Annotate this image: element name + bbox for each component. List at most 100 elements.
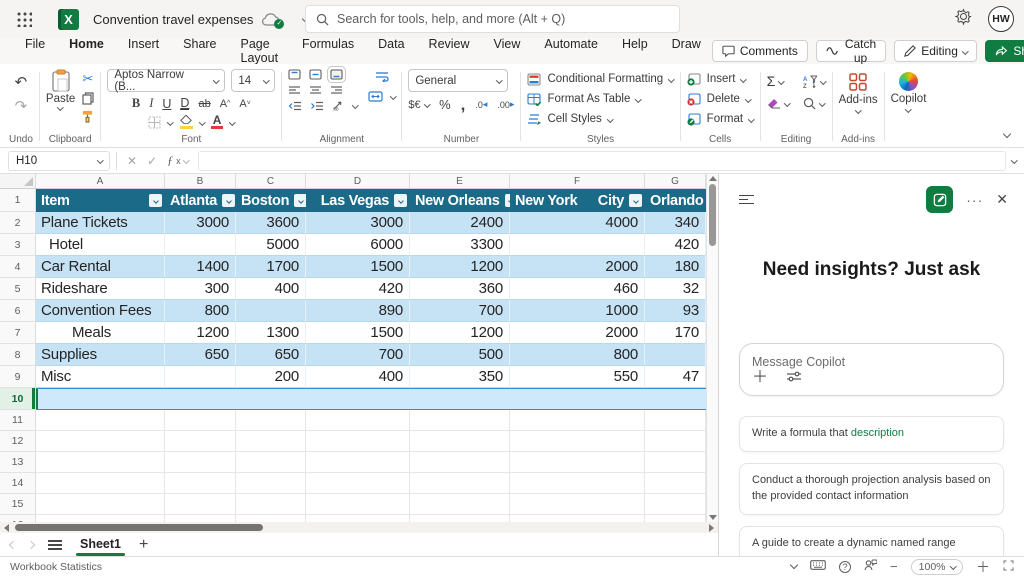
merge-dropdown-icon[interactable]: [390, 93, 396, 99]
empty-cell[interactable]: [165, 452, 236, 473]
value-cell[interactable]: 3000: [165, 212, 236, 234]
value-cell[interactable]: 650: [236, 344, 306, 366]
catch-up-button[interactable]: Catch up: [816, 40, 886, 62]
row-header-7[interactable]: 7: [0, 322, 36, 344]
prev-sheet-icon[interactable]: [9, 540, 17, 548]
empty-cell[interactable]: [165, 431, 236, 452]
empty-cell[interactable]: [645, 410, 706, 431]
row-header-4[interactable]: 4: [0, 256, 36, 278]
settings-gear-icon[interactable]: [955, 8, 972, 30]
format-as-table-button[interactable]: Format As Table: [527, 89, 640, 109]
value-cell[interactable]: 400: [236, 278, 306, 300]
item-cell[interactable]: Convention Fees: [36, 300, 165, 322]
scroll-left-icon[interactable]: [4, 524, 9, 532]
decrease-decimal-button[interactable]: .00▸: [497, 99, 514, 110]
table-header-cell[interactable]: Item: [36, 189, 165, 212]
horizontal-scrollbar[interactable]: [0, 522, 718, 533]
double-underline-button[interactable]: D: [180, 98, 189, 110]
row-header-15[interactable]: 15: [0, 494, 36, 515]
delete-cells-button[interactable]: Delete: [687, 89, 751, 109]
row-header-16[interactable]: 16: [0, 515, 36, 522]
ribbon-collapse-icon[interactable]: [1003, 130, 1011, 138]
table-header-cell[interactable]: New YorkCity: [510, 189, 645, 212]
empty-cell[interactable]: [410, 473, 510, 494]
empty-cell[interactable]: [36, 494, 165, 515]
value-cell[interactable]: 6000: [306, 234, 410, 256]
horizontal-scroll-thumb[interactable]: [15, 524, 263, 531]
empty-cell[interactable]: [36, 452, 165, 473]
comments-button[interactable]: Comments: [712, 40, 808, 62]
sheet-tab[interactable]: Sheet1: [76, 534, 125, 556]
conditional-formatting-button[interactable]: Conditional Formatting: [527, 69, 673, 89]
filter-dropdown-icon[interactable]: [222, 194, 235, 207]
value-cell[interactable]: [165, 366, 236, 388]
cancel-entry-icon[interactable]: ✕: [127, 154, 137, 168]
value-cell[interactable]: 350: [410, 366, 510, 388]
empty-cell[interactable]: [510, 388, 645, 410]
column-header-g[interactable]: G: [645, 174, 706, 189]
item-cell[interactable]: Meals: [36, 322, 165, 344]
value-cell[interactable]: 1000: [510, 300, 645, 322]
empty-cell[interactable]: [645, 431, 706, 452]
empty-cell[interactable]: [36, 515, 165, 522]
empty-cell[interactable]: [36, 388, 165, 410]
formula-input[interactable]: [198, 151, 1005, 171]
account-avatar[interactable]: HW: [988, 6, 1014, 32]
chat-history-icon[interactable]: [739, 195, 754, 204]
empty-cell[interactable]: [236, 388, 306, 410]
empty-cell[interactable]: [236, 494, 306, 515]
share-button[interactable]: Share: [985, 40, 1024, 62]
filter-dropdown-icon[interactable]: [294, 194, 306, 207]
item-cell[interactable]: Supplies: [36, 344, 165, 366]
empty-cell[interactable]: [165, 388, 236, 410]
value-cell[interactable]: 3300: [410, 234, 510, 256]
insert-function-button[interactable]: ƒx: [167, 153, 188, 168]
value-cell[interactable]: 420: [645, 234, 706, 256]
underline-button[interactable]: U: [162, 97, 171, 111]
row-header-2[interactable]: 2: [0, 212, 36, 234]
new-chat-button[interactable]: [926, 186, 953, 213]
value-cell[interactable]: 2000: [510, 256, 645, 278]
format-cells-button[interactable]: Format: [687, 109, 754, 129]
empty-cell[interactable]: [410, 494, 510, 515]
value-cell[interactable]: 1200: [410, 322, 510, 344]
select-all-corner[interactable]: [0, 174, 36, 189]
decrease-indent-button[interactable]: [288, 101, 302, 111]
value-cell[interactable]: 170: [645, 322, 706, 344]
comma-format-button[interactable]: ,: [461, 101, 466, 109]
decrease-font-button[interactable]: A˅: [239, 98, 250, 110]
editing-mode-button[interactable]: Editing: [894, 40, 977, 62]
item-cell[interactable]: Car Rental: [36, 256, 165, 278]
empty-cell[interactable]: [306, 452, 410, 473]
empty-cell[interactable]: [510, 494, 645, 515]
next-sheet-icon[interactable]: [27, 540, 35, 548]
value-cell[interactable]: [645, 344, 706, 366]
cell-styles-button[interactable]: Cell Styles: [527, 109, 612, 129]
suggestion-card[interactable]: Write a formula that description: [739, 416, 1004, 452]
keyboard-icon[interactable]: [810, 560, 826, 573]
scroll-right-icon[interactable]: [709, 524, 714, 532]
value-cell[interactable]: 800: [165, 300, 236, 322]
value-cell[interactable]: 460: [510, 278, 645, 300]
borders-button[interactable]: [148, 116, 161, 129]
addins-button[interactable]: Add-ins: [839, 69, 878, 113]
help-icon[interactable]: ?: [839, 561, 851, 573]
align-right-button[interactable]: [330, 85, 343, 95]
value-cell[interactable]: 420: [306, 278, 410, 300]
add-sheet-icon[interactable]: +: [139, 536, 148, 554]
value-cell[interactable]: 1500: [306, 256, 410, 278]
autosum-button[interactable]: Σ: [767, 73, 790, 89]
empty-cell[interactable]: [236, 431, 306, 452]
value-cell[interactable]: 2400: [410, 212, 510, 234]
fullscreen-icon[interactable]: [1003, 560, 1014, 574]
value-cell[interactable]: 890: [306, 300, 410, 322]
attach-plus-icon[interactable]: ＋: [752, 371, 768, 385]
suggestion-card[interactable]: A guide to create a dynamic named range: [739, 526, 1004, 556]
value-cell[interactable]: 1200: [410, 256, 510, 278]
row-header-10[interactable]: 10: [0, 388, 36, 410]
formula-bar-expand-icon[interactable]: [1011, 157, 1017, 163]
column-header-b[interactable]: B: [165, 174, 236, 189]
value-cell[interactable]: 47: [645, 366, 706, 388]
value-cell[interactable]: 500: [410, 344, 510, 366]
empty-cell[interactable]: [510, 431, 645, 452]
